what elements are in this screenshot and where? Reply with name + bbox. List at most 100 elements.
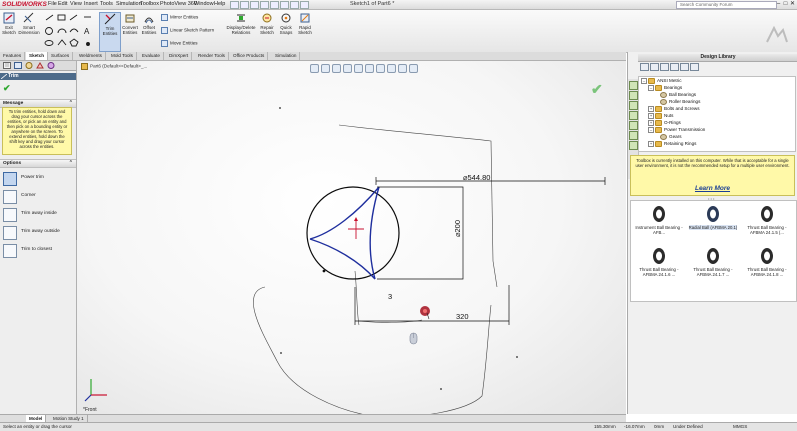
options-section-header[interactable]: Options ⌃ [0, 159, 76, 168]
menu-tools[interactable]: Tools [100, 0, 113, 9]
tab-mold-tools[interactable]: Mold Tools [108, 52, 137, 60]
option-corner[interactable]: Corner [2, 189, 74, 204]
tab-simulation[interactable]: Simulation [272, 52, 301, 60]
option-power-trim[interactable]: Power trim [2, 171, 74, 186]
library-item[interactable]: Thrust Ball Bearing - AFBMA 24.1.5 (... [742, 205, 792, 235]
new-icon[interactable] [230, 1, 239, 9]
menu-edit[interactable]: Edit [58, 0, 67, 9]
dimension-top-value[interactable]: ⌀544.80 [463, 173, 490, 182]
library-item[interactable]: Thrust Ball Bearing - AFBMA 24.1.6 ... [634, 247, 684, 277]
menu-photoview[interactable]: PhotoView 360 [160, 0, 197, 9]
convert-entities-button[interactable]: Convert Entities [121, 12, 139, 35]
tree-node-bearings[interactable]: – Bearings [648, 85, 682, 91]
print-icon[interactable] [260, 1, 269, 9]
menu-toolbox[interactable]: Toolbox [140, 0, 159, 9]
dimension-bottom-value[interactable]: 320 [456, 312, 469, 321]
appearances-icon[interactable] [629, 121, 638, 130]
tree-node-ball-bearings[interactable]: Ball Bearings [660, 92, 696, 98]
tab-model[interactable]: Model [26, 415, 47, 422]
option-trim-away-inside[interactable]: Trim away inside [2, 207, 74, 222]
file-explorer-icon[interactable] [629, 101, 638, 110]
options-icon[interactable] [300, 1, 309, 9]
save-icon[interactable] [250, 1, 259, 9]
smart-dimension-button[interactable]: Smart Dimension [18, 12, 40, 35]
tree-node-ansi-metric[interactable]: – ANSI Metric [641, 78, 682, 84]
tab-motion-study[interactable]: Motion Study 1 [50, 415, 88, 422]
create-folder-icon[interactable] [680, 63, 689, 71]
expand-icon[interactable]: + [648, 106, 654, 112]
menu-simulation[interactable]: Simulation [116, 0, 142, 9]
search-input[interactable]: Search Community Forum [676, 1, 777, 9]
collapse-icon[interactable]: – [641, 78, 647, 84]
view-palette-icon[interactable] [629, 111, 638, 120]
tab-surfaces[interactable]: Surfaces [48, 52, 74, 60]
expand-icon[interactable]: + [648, 120, 654, 126]
rapid-sketch-button[interactable]: Rapid Sketch [296, 12, 314, 35]
menu-file[interactable]: File [48, 0, 57, 9]
expand-icon[interactable]: + [648, 113, 654, 119]
maximize-button[interactable]: □ [782, 0, 789, 9]
minimize-button[interactable]: – [775, 0, 782, 9]
tree-node-power-transmission[interactable]: – Power Transmission [648, 127, 705, 133]
tree-node-nuts[interactable]: + Nuts [648, 113, 673, 119]
expand-icon[interactable]: + [648, 141, 654, 147]
resources-icon[interactable] [629, 81, 638, 90]
tree-node-o-rings[interactable]: + O-Rings [648, 120, 681, 126]
forward-icon[interactable] [650, 63, 659, 71]
tree-node-roller-bearings[interactable]: Roller Bearings [660, 99, 700, 105]
collapse-icon[interactable]: – [648, 85, 654, 91]
add-to-library-icon[interactable] [660, 63, 669, 71]
tree-node-retaining-rings[interactable]: + Retaining Rings [648, 141, 696, 147]
undo-icon[interactable] [270, 1, 279, 9]
tab-sketch[interactable]: Sketch [26, 52, 49, 60]
graphics-area[interactable]: Part6 (Default<<Default>_... ✔ ⌀544.80 ⌀… [77, 61, 626, 414]
library-item[interactable]: Thrust Ball Bearing - AFBMA 24.1.8 ... [742, 247, 792, 277]
tab-dimxpert[interactable]: DimXpert [166, 52, 193, 60]
tree-node-gears[interactable]: Gears [660, 134, 682, 140]
quick-snaps-button[interactable]: Quick Snaps [277, 12, 295, 35]
menu-view[interactable]: View [70, 0, 82, 9]
repair-sketch-button[interactable]: Repair Sketch [259, 12, 275, 35]
custom-properties-icon[interactable] [629, 131, 638, 140]
option-trim-to-closest[interactable]: Trim to closest [2, 243, 74, 258]
offset-entities-button[interactable]: Offset Entities [140, 12, 158, 35]
menu-insert[interactable]: Insert [84, 0, 98, 9]
dimxpert-manager-icon[interactable] [36, 62, 44, 69]
display-delete-relations-button[interactable]: Display/Delete Relations [226, 12, 256, 35]
mirror-entities-button[interactable]: Mirror Entities [161, 14, 198, 21]
configuration-manager-icon[interactable] [25, 62, 33, 69]
collapse-icon[interactable]: – [648, 127, 654, 133]
menu-window[interactable]: Window [194, 0, 214, 9]
learn-more-link[interactable]: Learn More [630, 185, 795, 192]
design-library-icon[interactable] [629, 91, 638, 100]
close-button[interactable]: ✕ [789, 0, 796, 9]
tab-evaluate[interactable]: Evaluate [139, 52, 164, 60]
move-entities-button[interactable]: Move Entities [161, 40, 198, 47]
tab-render-tools[interactable]: Render Tools [195, 52, 229, 60]
display-manager-icon[interactable] [47, 62, 55, 69]
feature-manager-icon[interactable] [3, 62, 11, 69]
sketch-canvas[interactable]: ⌀544.80 ⌀200 320 3 [77, 61, 626, 414]
back-icon[interactable] [640, 63, 649, 71]
select-icon[interactable] [280, 1, 289, 9]
tab-office-products[interactable]: Office Products [230, 52, 269, 60]
property-manager-icon[interactable] [14, 62, 22, 69]
refresh-icon[interactable] [690, 63, 699, 71]
forum-icon[interactable] [629, 141, 638, 150]
ok-check-button[interactable]: ✔ [3, 83, 11, 94]
tab-features[interactable]: Features [0, 52, 26, 60]
option-trim-away-outside[interactable]: Trim away outside [2, 225, 74, 240]
library-item[interactable]: Thrust Ball Bearing - AFBMA 24.1.7 ... [688, 247, 738, 277]
linear-sketch-pattern-button[interactable]: Linear Sketch Pattern [161, 27, 214, 34]
dimension-small-value[interactable]: 3 [388, 292, 392, 301]
tree-node-bolts-screws[interactable]: + Bolts and Screws [648, 106, 700, 112]
sketch-entity-tools[interactable]: A [44, 14, 96, 48]
library-item[interactable]: Instrument Ball Bearing - AFB... [634, 205, 684, 235]
rebuild-icon[interactable] [290, 1, 299, 9]
open-icon[interactable] [240, 1, 249, 9]
menu-help[interactable]: Help [214, 0, 225, 9]
exit-sketch-button[interactable]: Exit Sketch [1, 12, 17, 35]
trim-entities-button[interactable]: Trim Entities [99, 12, 121, 52]
add-file-location-icon[interactable] [670, 63, 679, 71]
dimension-vertical-value[interactable]: ⌀200 [453, 220, 462, 237]
